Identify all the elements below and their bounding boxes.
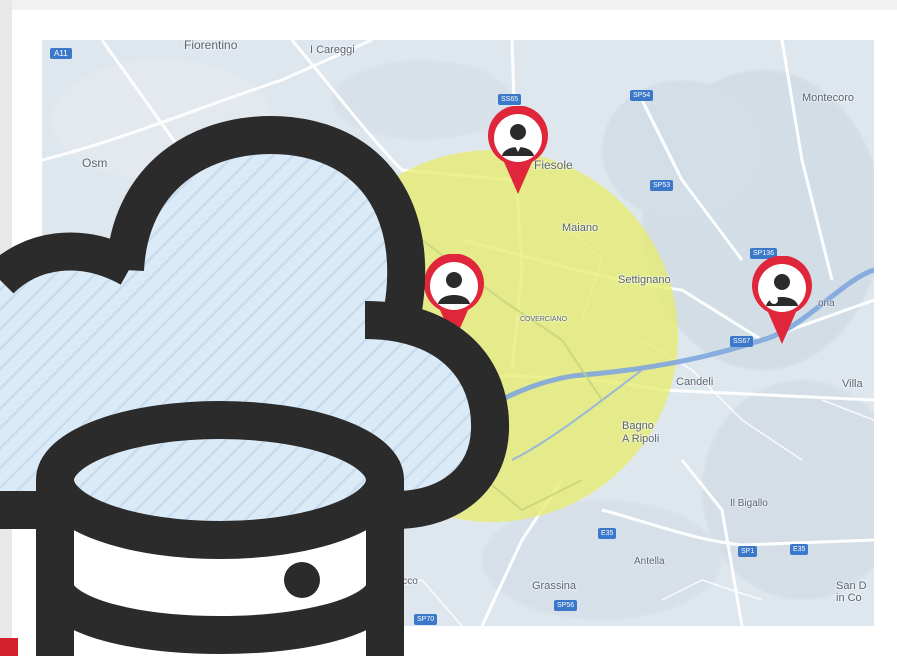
map-label-san-donato: San D in Co (836, 580, 867, 604)
cloud-database-icon (0, 116, 510, 656)
road-shield: SP1 (738, 546, 758, 557)
map-label-fiorentino: Fiorentino (184, 40, 238, 52)
brand-corner-mark (0, 638, 18, 656)
road-shield: E35 (598, 528, 617, 539)
map-label-monteloro: Montecoro (802, 92, 854, 104)
map-label-careggi: I Careggi (310, 44, 355, 56)
road-shield: SP56 (554, 600, 578, 611)
map-label-il-bigallo: Il Bigallo (730, 498, 768, 509)
road-shield: SP54 (630, 90, 654, 101)
road-shield: E35 (790, 544, 809, 555)
map-label-ona: ona (818, 298, 835, 309)
road-shield: SP53 (650, 180, 674, 191)
highway-shield-a11: A11 (50, 48, 72, 59)
map-label-maiano: Maiano (562, 222, 599, 234)
map-label-candeli: Candeli (676, 376, 714, 388)
map-label-coverciano: COVERCIANO (520, 316, 568, 323)
road-shield: SS65 (498, 94, 522, 105)
map-label-antella: Antella (634, 556, 665, 567)
map-label-settignano: Settignano (618, 274, 671, 286)
pin-user-east[interactable] (750, 256, 814, 346)
map-label-grassina: Grassina (532, 580, 577, 592)
map-label-villa: Villa (842, 378, 863, 390)
map-label-bagno-a-ripoli: Bagno A Ripoli (622, 420, 660, 445)
